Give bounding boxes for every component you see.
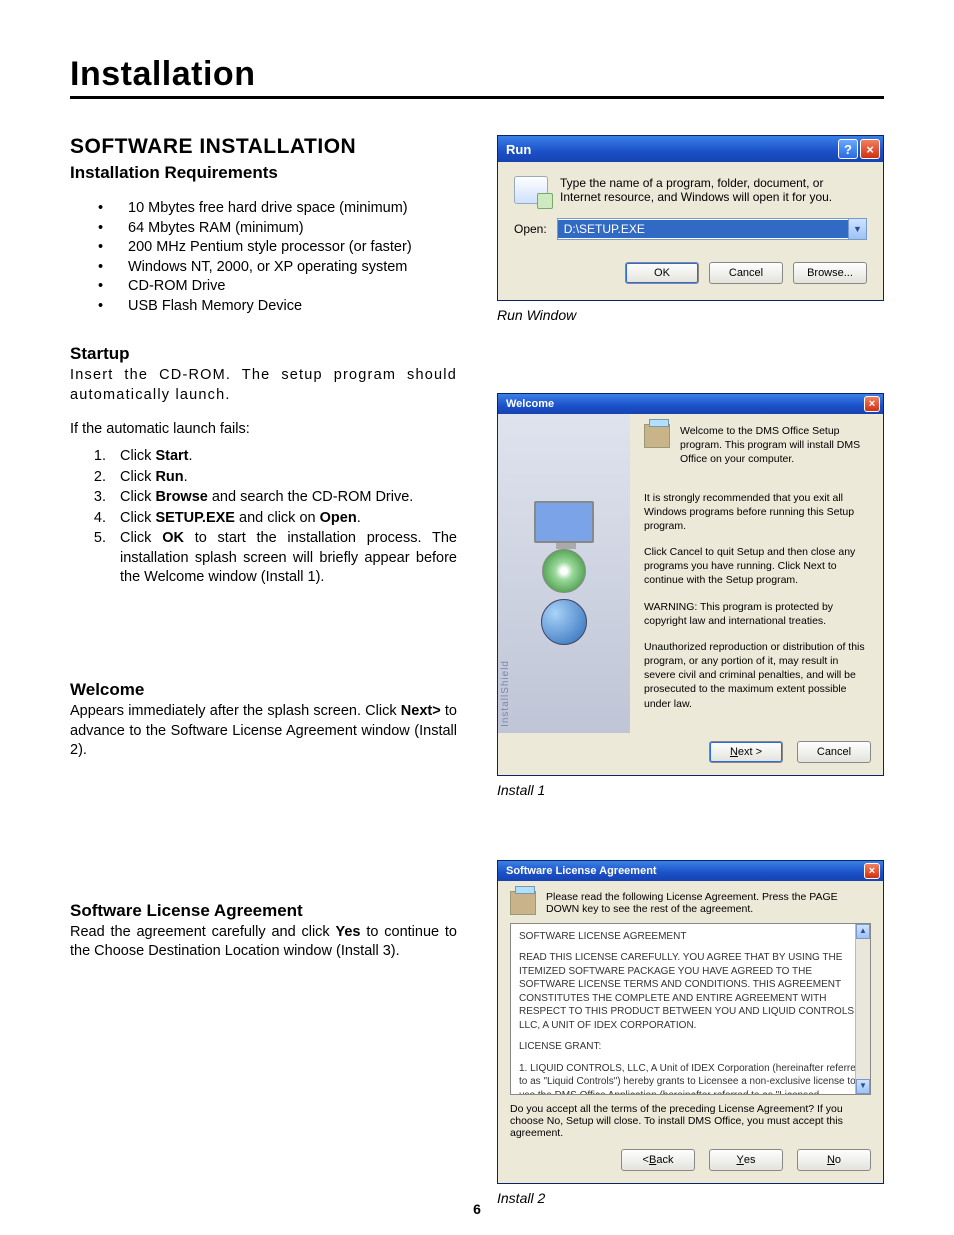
license-ta-p: LICENSE GRANT: — [519, 1040, 862, 1054]
installshield-tag: InstallShield — [500, 660, 511, 727]
run-title-text: Run — [506, 142, 531, 157]
welcome-body: Appears immediately after the splash scr… — [70, 702, 457, 761]
section-heading-license: Software License Agreement — [70, 901, 457, 921]
scrollbar[interactable]: ▲ ▼ — [855, 924, 870, 1094]
list-item: 64 Mbytes RAM (minimum) — [98, 219, 457, 239]
subheading-install-req: Installation Requirements — [70, 163, 457, 183]
list-item: Click SETUP.EXE and click on Open. — [110, 509, 457, 529]
list-item: Click Browse and search the CD-ROM Drive… — [110, 488, 457, 508]
page-title: Installation — [70, 55, 884, 99]
welcome-p2: It is strongly recommended that you exit… — [644, 491, 869, 534]
package-icon — [644, 424, 670, 448]
license-head-text: Please read the following License Agreem… — [546, 891, 871, 915]
help-icon[interactable]: ? — [838, 139, 858, 159]
browse-button[interactable]: Browse... — [793, 262, 867, 284]
chevron-down-icon[interactable]: ▼ — [848, 219, 866, 239]
welcome-p3: Click Cancel to quit Setup and then clos… — [644, 545, 869, 588]
run-program-icon — [514, 176, 548, 204]
globe-icon — [541, 599, 587, 645]
license-dialog: Software License Agreement × Please read… — [497, 860, 884, 1184]
open-value: D:\SETUP.EXE — [558, 220, 848, 238]
close-icon[interactable]: × — [860, 139, 880, 159]
welcome-side-graphic: InstallShield — [498, 414, 630, 733]
welcome-caption: Install 1 — [497, 782, 884, 798]
list-item: Click Run. — [110, 468, 457, 488]
startup-p2: If the automatic launch fails: — [70, 420, 457, 440]
requirements-list: 10 Mbytes free hard drive space (minimum… — [98, 199, 457, 316]
scroll-down-icon[interactable]: ▼ — [856, 1079, 870, 1094]
section-heading-startup: Startup — [70, 344, 457, 364]
list-item: 200 MHz Pentium style processor (or fast… — [98, 238, 457, 258]
ok-button[interactable]: OK — [625, 262, 699, 284]
license-ta-p: SOFTWARE LICENSE AGREEMENT — [519, 930, 862, 944]
open-label: Open: — [514, 222, 547, 236]
license-ta-p: 1. LIQUID CONTROLS, LLC, A Unit of IDEX … — [519, 1062, 862, 1095]
scroll-up-icon[interactable]: ▲ — [856, 924, 870, 939]
list-item: Click OK to start the installation proce… — [110, 529, 457, 588]
section-heading-welcome: Welcome — [70, 680, 457, 700]
welcome-p5: Unauthorized reproduction or distributio… — [644, 640, 869, 711]
run-dialog: Run ? × Type the name of a program, fold… — [497, 135, 884, 301]
license-title-text: Software License Agreement — [506, 865, 657, 877]
monitor-icon — [534, 501, 594, 543]
welcome-titlebar: Welcome × — [498, 394, 883, 414]
list-item: Click Start. — [110, 447, 457, 467]
run-caption: Run Window — [497, 307, 884, 323]
welcome-p4: WARNING: This program is protected by co… — [644, 600, 869, 628]
page-number: 6 — [0, 1201, 954, 1217]
welcome-p1: Welcome to the DMS Office Setup program.… — [680, 424, 869, 467]
startup-p1: Insert the CD-ROM. The setup program sho… — [70, 366, 457, 405]
welcome-dialog: Welcome × InstallShield Welcome to — [497, 393, 884, 776]
next-button[interactable]: Next > — [709, 741, 783, 763]
license-question: Do you accept all the terms of the prece… — [510, 1103, 871, 1139]
section-heading-software-install: SOFTWARE INSTALLATION — [70, 135, 457, 159]
back-button[interactable]: < Back — [621, 1149, 695, 1171]
license-ta-p: READ THIS LICENSE CAREFULLY. YOU AGREE T… — [519, 951, 862, 1032]
cd-icon — [542, 549, 586, 593]
list-item: USB Flash Memory Device — [98, 297, 457, 317]
license-titlebar: Software License Agreement × — [498, 861, 883, 881]
cancel-button[interactable]: Cancel — [709, 262, 783, 284]
no-button[interactable]: No — [797, 1149, 871, 1171]
yes-button[interactable]: Yes — [709, 1149, 783, 1171]
package-icon — [510, 891, 536, 915]
list-item: 10 Mbytes free hard drive space (minimum… — [98, 199, 457, 219]
startup-steps: Click Start. Click Run. Click Browse and… — [110, 447, 457, 588]
close-icon[interactable]: × — [864, 863, 880, 879]
close-icon[interactable]: × — [864, 396, 880, 412]
list-item: CD-ROM Drive — [98, 277, 457, 297]
open-combobox[interactable]: D:\SETUP.EXE ▼ — [557, 218, 867, 240]
run-instruction: Type the name of a program, folder, docu… — [560, 176, 867, 204]
welcome-title-text: Welcome — [506, 398, 554, 410]
list-item: Windows NT, 2000, or XP operating system — [98, 258, 457, 278]
run-titlebar: Run ? × — [498, 136, 883, 162]
license-body: Read the agreement carefully and click Y… — [70, 923, 457, 962]
cancel-button[interactable]: Cancel — [797, 741, 871, 763]
license-textarea[interactable]: SOFTWARE LICENSE AGREEMENT READ THIS LIC… — [510, 923, 871, 1095]
